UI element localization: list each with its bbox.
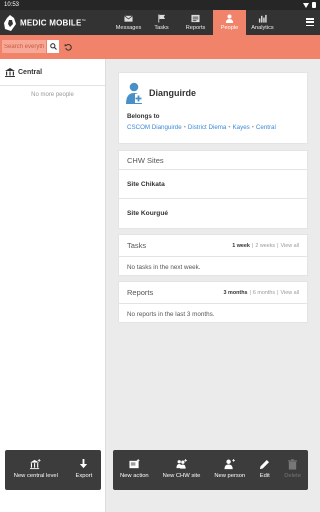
tasks-title: Tasks <box>127 241 147 250</box>
logo-trademark: ™ <box>81 17 86 23</box>
filter-view-all[interactable]: View all <box>281 243 299 249</box>
breadcrumb-separator: • <box>251 124 254 131</box>
new-site-icon <box>176 459 187 469</box>
filter-3-months[interactable]: 3 months <box>224 290 248 296</box>
new-place-icon <box>30 459 41 470</box>
new-central-level-button[interactable]: New central level <box>14 459 58 480</box>
tab-reports[interactable]: Reports <box>178 10 213 35</box>
new-chw-site-button[interactable]: New CHW site <box>162 459 201 480</box>
contacts-list-panel: Central No more people <box>0 59 106 512</box>
breadcrumb: CSCOM Dianguirde • District Diema • Kaye… <box>127 124 299 131</box>
chw-sites-title: CHW Sites <box>119 151 307 170</box>
tab-people[interactable]: People <box>213 10 246 35</box>
reset-button[interactable] <box>62 40 74 53</box>
pencil-icon <box>260 460 270 470</box>
new-action-button[interactable]: New action <box>120 459 149 480</box>
new-person-icon <box>224 459 236 470</box>
action-label: New CHW site <box>162 473 201 480</box>
app-header: MEDIC MOBILE™ Messages Tasks Reports Peo… <box>0 10 320 35</box>
chw-sites-card: CHW Sites Site Chikata Site Kourgué <box>118 150 308 229</box>
tab-analytics[interactable]: Analytics <box>246 10 279 35</box>
action-label: New central level <box>13 473 58 480</box>
filter-separator: | <box>277 289 279 296</box>
tab-label: Tasks <box>154 25 169 31</box>
list-item-label: Central <box>18 68 43 76</box>
status-bar: 10:53 <box>0 0 320 10</box>
filter-6-months[interactable]: 6 months <box>253 290 275 296</box>
new-person-button[interactable]: New person <box>214 459 245 480</box>
breadcrumb-separator: • <box>183 124 186 131</box>
envelope-icon <box>124 15 133 22</box>
action-label: Delete <box>284 473 301 480</box>
list-item-site[interactable]: Site Chikata <box>119 170 307 199</box>
left-action-bar: New central level Export <box>5 450 101 490</box>
action-label: Export <box>75 473 93 480</box>
trash-icon <box>288 459 298 470</box>
person-icon <box>126 82 142 104</box>
filter-view-all[interactable]: View all <box>281 290 299 296</box>
tab-tasks[interactable]: Tasks <box>145 10 178 35</box>
person-icon <box>225 14 234 23</box>
wifi-icon <box>303 2 309 8</box>
contact-name: Dianguirde <box>149 88 197 98</box>
export-icon <box>80 459 88 469</box>
tab-label: People <box>220 25 239 31</box>
edit-button[interactable]: Edit <box>259 459 270 480</box>
new-action-icon <box>129 459 140 469</box>
action-label: Edit <box>259 473 270 480</box>
battery-icon <box>312 2 316 8</box>
status-time: 10:53 <box>4 2 20 8</box>
delete-button[interactable]: Delete <box>284 459 301 480</box>
filter-2-weeks[interactable]: 2 weeks <box>255 243 275 249</box>
undo-icon <box>64 43 72 51</box>
reports-empty-text: No reports in the last 3 months. <box>127 310 215 318</box>
right-action-bar: New action New CHW site New person Edit … <box>113 450 308 490</box>
building-icon <box>5 67 15 77</box>
filter-separator: | <box>249 289 251 296</box>
search-input[interactable] <box>2 40 46 53</box>
search-bar <box>0 35 320 59</box>
filter-separator: | <box>251 242 254 249</box>
list-item-site[interactable]: Site Kourgué <box>119 199 307 228</box>
action-label: New person <box>214 473 246 480</box>
main-tabs: Messages Tasks Reports People Analytics <box>112 10 279 35</box>
medic-logo-icon <box>4 14 16 31</box>
tasks-card: Tasks 1 week | 2 weeks | View all No tas… <box>118 234 308 276</box>
search-icon <box>49 43 57 50</box>
app-logo: MEDIC MOBILE™ <box>0 10 86 35</box>
tab-label: Reports <box>185 25 206 31</box>
tab-messages[interactable]: Messages <box>112 10 145 35</box>
flag-icon <box>158 14 166 23</box>
reports-title: Reports <box>127 288 154 297</box>
reports-card: Reports 3 months | 6 months | View all N… <box>118 281 308 323</box>
logo-text: MEDIC MOBILE <box>20 18 82 28</box>
search-button[interactable] <box>47 40 59 53</box>
breadcrumb-separator: • <box>228 124 231 131</box>
filter-separator: | <box>277 242 279 249</box>
menu-icon[interactable] <box>306 18 314 26</box>
list-item-central[interactable]: Central <box>0 59 105 86</box>
tasks-filter: 1 week | 2 weeks | View all <box>232 243 299 249</box>
breadcrumb-link[interactable]: Central <box>256 124 276 131</box>
report-icon <box>191 14 200 23</box>
breadcrumb-link[interactable]: District Diema <box>188 124 227 131</box>
reports-filter: 3 months | 6 months | View all <box>224 290 299 296</box>
export-button[interactable]: Export <box>75 459 92 480</box>
contact-summary-card: Dianguirde Belongs to CSCOM Dianguirde •… <box>118 72 308 144</box>
action-label: New action <box>119 473 149 480</box>
breadcrumb-link[interactable]: CSCOM Dianguirde <box>127 124 182 131</box>
tasks-empty-text: No tasks in the next week. <box>127 263 201 271</box>
breadcrumb-link[interactable]: Kayes <box>233 124 250 131</box>
tab-label: Analytics <box>251 25 274 31</box>
belongs-to-label: Belongs to <box>127 113 160 120</box>
filter-1-week[interactable]: 1 week <box>232 243 250 249</box>
empty-list-text: No more people <box>31 92 74 98</box>
tab-label: Messages <box>115 25 142 31</box>
bar-chart-icon <box>258 14 267 23</box>
